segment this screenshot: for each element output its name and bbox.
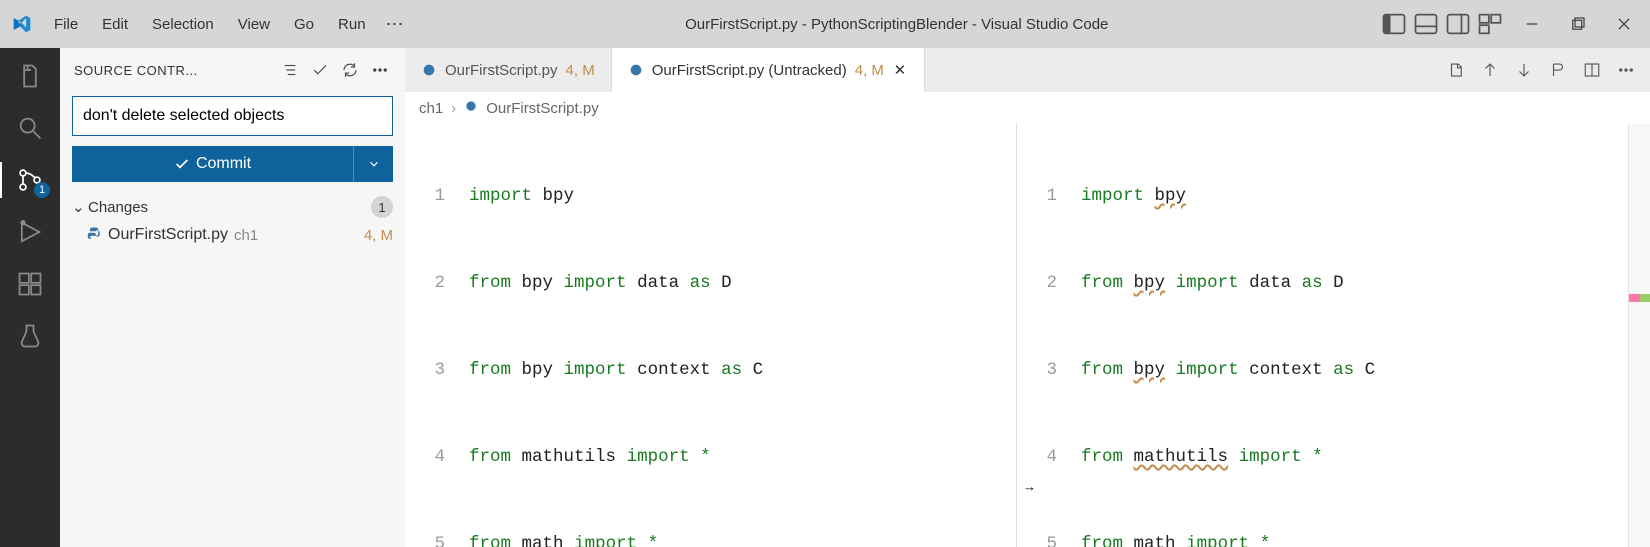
commit-button[interactable]: Commit	[72, 146, 353, 182]
scm-header: SOURCE CONTR...	[60, 48, 405, 92]
window-title: OurFirstScript.py - PythonScriptingBlend…	[414, 16, 1380, 33]
activity-explorer-icon[interactable]	[16, 62, 44, 90]
breadcrumb-seg[interactable]: OurFirstScript.py	[486, 100, 599, 117]
view-as-tree-icon[interactable]	[279, 59, 301, 81]
tab-label: OurFirstScript.py	[445, 62, 558, 79]
scm-sidebar: SOURCE CONTR... Commit ⌄ Changes 1	[60, 48, 405, 547]
toggle-panel-right-icon[interactable]	[1444, 10, 1472, 38]
changes-section[interactable]: ⌄ Changes 1	[60, 192, 405, 222]
toggle-panel-bottom-icon[interactable]	[1412, 10, 1440, 38]
tab-original[interactable]: OurFirstScript.py 4, M	[405, 48, 612, 92]
changed-file-item[interactable]: OurFirstScript.py ch1 4, M	[60, 222, 405, 248]
menu-edit[interactable]: Edit	[92, 12, 138, 37]
customize-layout-icon[interactable]	[1476, 10, 1504, 38]
python-file-icon	[628, 62, 644, 78]
editor-tabs: OurFirstScript.py 4, M OurFirstScript.py…	[405, 48, 1650, 92]
tab-label: OurFirstScript.py (Untracked)	[652, 62, 847, 79]
close-icon[interactable]: ✕	[892, 62, 908, 78]
next-change-icon[interactable]	[1510, 56, 1538, 84]
scm-badge: 1	[34, 182, 50, 198]
menu-overflow-icon[interactable]: ⋯	[376, 10, 414, 39]
chevron-down-icon: ⌄	[72, 198, 88, 216]
activity-search-icon[interactable]	[16, 114, 44, 142]
vscode-icon	[12, 14, 32, 34]
python-file-icon	[421, 62, 437, 78]
file-name: OurFirstScript.py	[108, 226, 228, 244]
diff-editor[interactable]: 1import bpy 2from bpy import data as D 3…	[405, 124, 1650, 547]
tab-status: 4, M	[566, 62, 595, 79]
more-editor-actions-icon[interactable]	[1612, 56, 1640, 84]
activity-bar: 1	[0, 48, 60, 547]
tab-status: 4, M	[855, 62, 884, 79]
changes-count: 1	[371, 196, 393, 218]
commit-message-field[interactable]	[83, 107, 382, 125]
activity-scm-icon[interactable]: 1	[16, 166, 44, 194]
commit-dropdown[interactable]	[353, 146, 393, 182]
breadcrumb-seg[interactable]: ch1	[419, 100, 443, 117]
more-actions-icon[interactable]	[369, 59, 391, 81]
python-file-icon	[84, 226, 102, 244]
changes-label: Changes	[88, 199, 148, 216]
activity-debug-icon[interactable]	[16, 218, 44, 246]
previous-change-icon[interactable]	[1476, 56, 1504, 84]
menu-go[interactable]: Go	[284, 12, 324, 37]
activity-extensions-icon[interactable]	[16, 270, 44, 298]
window-maximize-icon[interactable]	[1560, 6, 1596, 42]
tab-working[interactable]: OurFirstScript.py (Untracked) 4, M ✕	[612, 48, 925, 92]
open-changes-icon[interactable]	[1442, 56, 1470, 84]
window-minimize-icon[interactable]	[1514, 6, 1550, 42]
commit-message-input[interactable]	[72, 96, 393, 136]
breadcrumb[interactable]: ch1 › OurFirstScript.py	[405, 92, 1650, 124]
diff-original-pane[interactable]: 1import bpy 2from bpy import data as D 3…	[405, 124, 1017, 547]
whitespace-icon[interactable]	[1544, 56, 1572, 84]
window-close-icon[interactable]	[1606, 6, 1642, 42]
commit-button-label: Commit	[196, 155, 251, 173]
chevron-right-icon: ›	[451, 100, 456, 117]
file-status: 4, M	[364, 227, 393, 244]
diff-overview-ruler[interactable]	[1628, 124, 1650, 547]
toggle-panel-left-icon[interactable]	[1380, 10, 1408, 38]
python-file-icon	[464, 99, 478, 117]
scm-title: SOURCE CONTR...	[74, 63, 271, 78]
diff-modified-pane[interactable]: 1import bpy 2from bpy import data as D 3…	[1017, 124, 1628, 547]
refresh-icon[interactable]	[339, 59, 361, 81]
split-editor-icon[interactable]	[1578, 56, 1606, 84]
activity-testing-icon[interactable]	[16, 322, 44, 350]
menu-view[interactable]: View	[228, 12, 280, 37]
menu-run[interactable]: Run	[328, 12, 376, 37]
file-dir: ch1	[234, 227, 258, 244]
menu-file[interactable]: File	[44, 12, 88, 37]
menu-selection[interactable]: Selection	[142, 12, 224, 37]
editor-area: OurFirstScript.py 4, M OurFirstScript.py…	[405, 48, 1650, 547]
commit-check-icon[interactable]	[309, 59, 331, 81]
